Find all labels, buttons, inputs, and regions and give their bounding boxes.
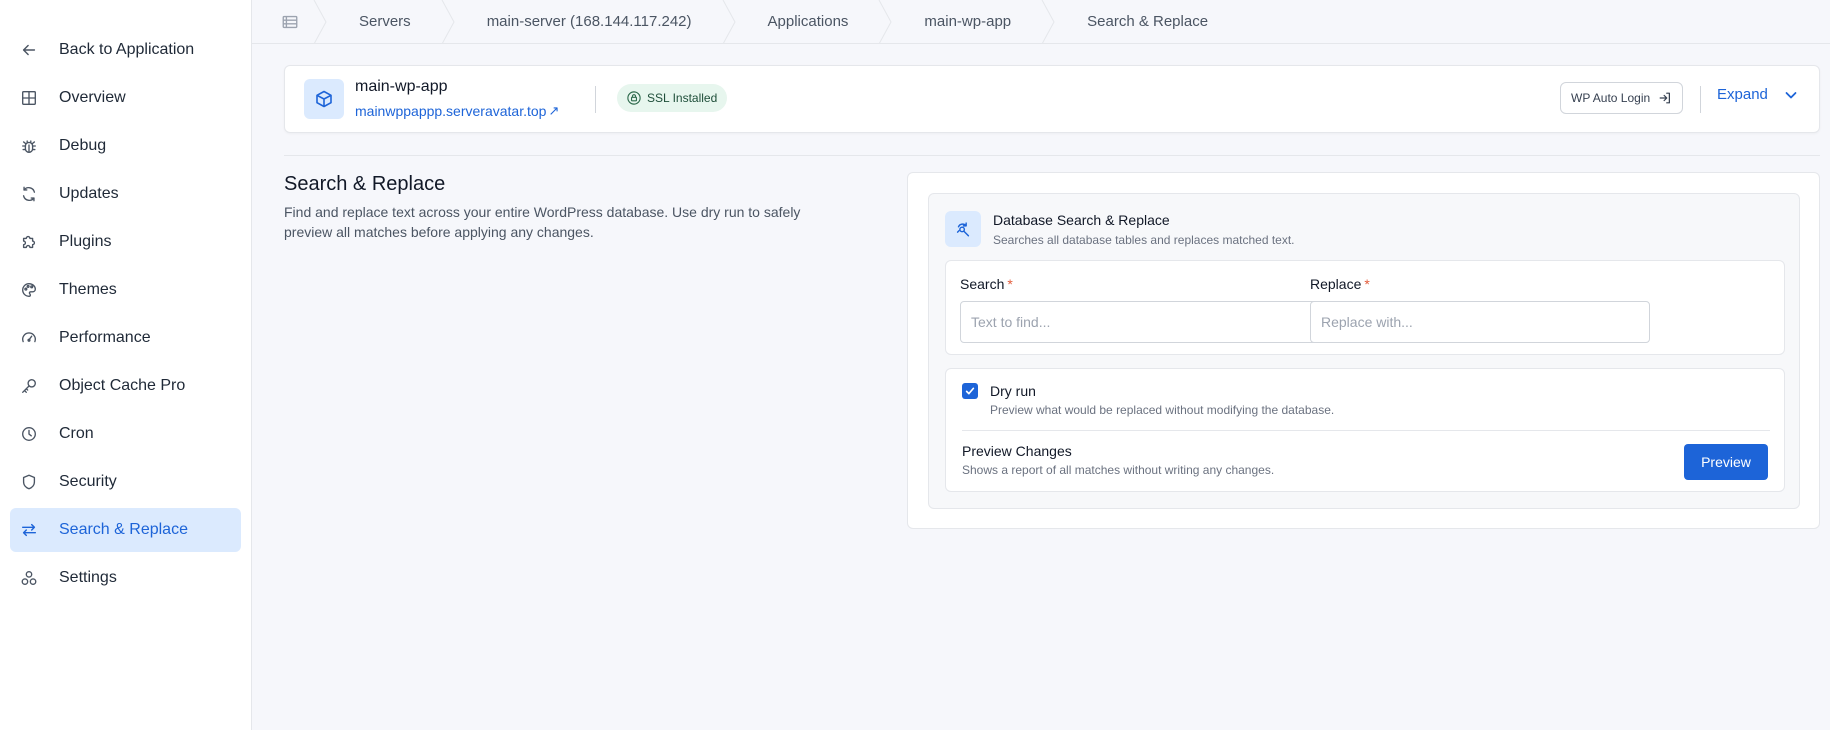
- required-mark: *: [1007, 276, 1013, 292]
- grid-icon: [20, 89, 38, 107]
- dry-run-checkbox[interactable]: [962, 383, 978, 399]
- fields-box: Search* Replace*: [945, 260, 1785, 355]
- key-icon: [20, 377, 38, 395]
- replace-input[interactable]: [1310, 301, 1650, 343]
- options-box: Dry run Preview what would be replaced w…: [945, 368, 1785, 492]
- breadcrumb-item-current: Search & Replace: [1087, 13, 1209, 30]
- sidebar-item-label: Security: [59, 473, 117, 490]
- app-url-link[interactable]: mainwppappp.serveravatar.top ↗: [355, 103, 559, 119]
- palette-icon: [20, 281, 38, 299]
- preview-changes-title: Preview Changes: [962, 443, 1072, 459]
- divider: [1700, 86, 1701, 113]
- gauge-icon: [20, 329, 38, 347]
- search-label: Search *: [960, 276, 1013, 292]
- preview-changes-description: Shows a report of all matches without wr…: [962, 463, 1275, 477]
- breadcrumb-separator: [878, 0, 892, 44]
- sidebar-item-overview[interactable]: Overview: [10, 76, 241, 120]
- sidebar-item-label: Performance: [59, 329, 151, 346]
- sidebar-item-back-to-application[interactable]: Back to Application: [10, 28, 241, 72]
- search-input[interactable]: [960, 301, 1356, 343]
- preview-button[interactable]: Preview: [1684, 444, 1768, 480]
- settings-icon: [20, 569, 38, 587]
- check-icon: [965, 387, 975, 395]
- divider: [595, 86, 596, 113]
- sidebar-item-label: Themes: [59, 281, 117, 298]
- search-replace-icon: [945, 211, 981, 247]
- wp-auto-login-button[interactable]: WP Auto Login: [1560, 82, 1684, 114]
- sidebar-item-label: Settings: [59, 569, 117, 586]
- sidebar-item-performance[interactable]: Performance: [10, 316, 241, 360]
- required-mark: *: [1364, 276, 1370, 292]
- sidebar-item-label: Back to Application: [59, 41, 195, 58]
- search-replace-panel: Database Search & Replace Searches all d…: [907, 172, 1820, 529]
- puzzle-icon: [20, 233, 38, 251]
- section-divider: [284, 155, 1820, 156]
- tool-subtitle: Searches all database tables and replace…: [993, 233, 1295, 247]
- sidebar-item-security[interactable]: Security: [10, 460, 241, 504]
- ssl-status-badge: SSL Installed: [617, 84, 728, 112]
- divider: [962, 430, 1770, 431]
- page-title: Search & Replace: [284, 173, 446, 195]
- sidebar-item-label: Updates: [59, 185, 119, 202]
- sidebar-item-label: Object Cache Pro: [59, 377, 186, 394]
- shield-icon: [20, 473, 38, 491]
- sidebar-item-search-replace[interactable]: Search & Replace: [10, 508, 241, 552]
- database-search-replace-card: Database Search & Replace Searches all d…: [928, 193, 1800, 509]
- expand-toggle[interactable]: Expand: [1717, 86, 1798, 103]
- sidebar-item-label: Cron: [59, 425, 94, 442]
- swap-icon: [20, 521, 38, 539]
- bug-icon: [20, 137, 38, 155]
- dry-run-label: Dry run: [990, 383, 1036, 399]
- dry-run-description: Preview what would be replaced without m…: [990, 403, 1335, 417]
- app-header-card: main-wp-app mainwppappp.serveravatar.top…: [284, 65, 1820, 133]
- sidebar-item-settings[interactable]: Settings: [10, 556, 241, 600]
- breadcrumb-item-applications[interactable]: Applications: [736, 0, 893, 44]
- refresh-icon: [20, 185, 38, 203]
- external-link-icon: ↗: [548, 103, 560, 118]
- lock-icon: [627, 91, 641, 105]
- sidebar-item-label: Debug: [59, 137, 107, 154]
- breadcrumb-separator: [313, 0, 327, 44]
- breadcrumb-item-server[interactable]: main-server (168.144.117.242): [455, 0, 736, 44]
- sidebar-item-object-cache-pro[interactable]: Object Cache Pro: [10, 364, 241, 408]
- breadcrumb-home[interactable]: [252, 0, 327, 44]
- server-list-icon: [281, 13, 299, 31]
- breadcrumb-item-app[interactable]: main-wp-app: [892, 0, 1055, 44]
- breadcrumb-separator: [1041, 0, 1055, 44]
- sidebar-item-label: Overview: [59, 89, 126, 106]
- login-icon: [1658, 91, 1672, 105]
- sidebar-item-label: Plugins: [59, 233, 112, 250]
- sidebar-item-debug[interactable]: Debug: [10, 124, 241, 168]
- arrow-left-icon: [20, 41, 38, 59]
- breadcrumb-separator: [722, 0, 736, 44]
- breadcrumb: Servers main-server (168.144.117.242) Ap…: [252, 0, 1830, 44]
- page-description: Find and replace text across your entire…: [284, 204, 801, 240]
- sidebar-item-label: Search & Replace: [59, 521, 188, 538]
- clock-icon: [20, 425, 38, 443]
- tool-title: Database Search & Replace: [993, 212, 1170, 228]
- cube-icon: [304, 79, 344, 119]
- sidebar-item-updates[interactable]: Updates: [10, 172, 241, 216]
- breadcrumb-separator: [441, 0, 455, 44]
- sidebar-item-cron[interactable]: Cron: [10, 412, 241, 456]
- sidebar: Back to Application Overview Debug Updat…: [0, 0, 252, 730]
- sidebar-item-themes[interactable]: Themes: [10, 268, 241, 312]
- replace-label: Replace *: [1310, 276, 1370, 292]
- breadcrumb-item-servers[interactable]: Servers: [327, 0, 455, 44]
- app-name: main-wp-app: [355, 78, 448, 95]
- sidebar-item-plugins[interactable]: Plugins: [10, 220, 241, 264]
- chevron-down-icon: [1784, 88, 1798, 102]
